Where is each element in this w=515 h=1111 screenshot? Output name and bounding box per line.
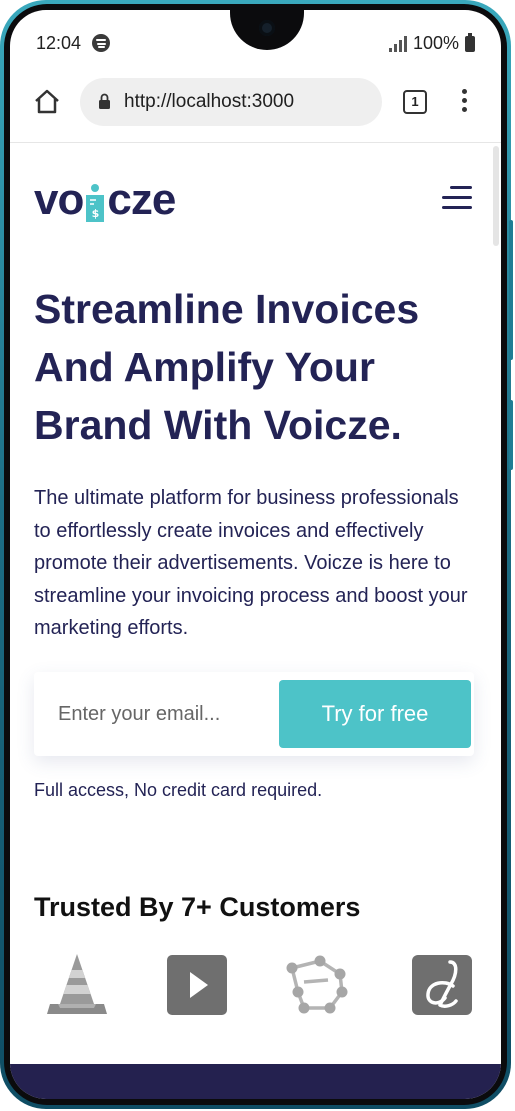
power-button [509, 400, 513, 470]
volume-button [509, 220, 513, 360]
hero-description: The ultimate platform for business profe… [34, 487, 468, 639]
voicze-logo[interactable]: vo $ cze [34, 172, 176, 224]
vlc-cone-icon [47, 954, 107, 1014]
logo-text-start: vo [34, 175, 84, 224]
cta-note: Full access, No credit card required. [34, 780, 323, 800]
browser-toolbar: http://localhost:3000 1 [10, 70, 501, 143]
polygon-network-icon [286, 955, 348, 1014]
hamburger-menu-icon[interactable] [442, 180, 472, 214]
svg-text:$: $ [92, 207, 99, 220]
signup-form: Try for free [34, 672, 474, 756]
screen: 12:04 100% http://localhost:3000 1 vo $ … [10, 10, 501, 1099]
footer-section [10, 1064, 501, 1099]
try-for-free-button[interactable]: Try for free [279, 680, 471, 748]
more-vert-icon[interactable] [460, 89, 468, 115]
play-icon [167, 955, 227, 1015]
spotify-icon [92, 34, 110, 52]
logo-text-end: cze [107, 175, 176, 224]
status-time: 12:04 [36, 33, 82, 53]
lock-icon [99, 93, 110, 109]
scrollbar[interactable] [493, 146, 499, 246]
web-page: vo $ cze Streamline Invoices And Amplify… [10, 142, 501, 1099]
front-camera-icon [259, 20, 275, 36]
url-text: http://localhost:3000 [124, 91, 295, 112]
battery-icon [465, 32, 475, 52]
home-icon[interactable] [32, 86, 62, 116]
signal-icon [388, 35, 407, 52]
battery-percentage: 100% [412, 33, 459, 53]
script-d-icon [412, 955, 472, 1015]
status-indicators: 100% [388, 32, 475, 54]
trusted-heading: Trusted By 7+ Customers [34, 892, 361, 922]
email-input[interactable] [34, 672, 278, 756]
hero-title: Streamline Invoices And Amplify Your Bra… [34, 286, 420, 448]
invoice-tag-icon: $ [86, 184, 105, 222]
tabs-button[interactable]: 1 [403, 90, 427, 114]
address-bar[interactable]: http://localhost:3000 [80, 78, 382, 126]
